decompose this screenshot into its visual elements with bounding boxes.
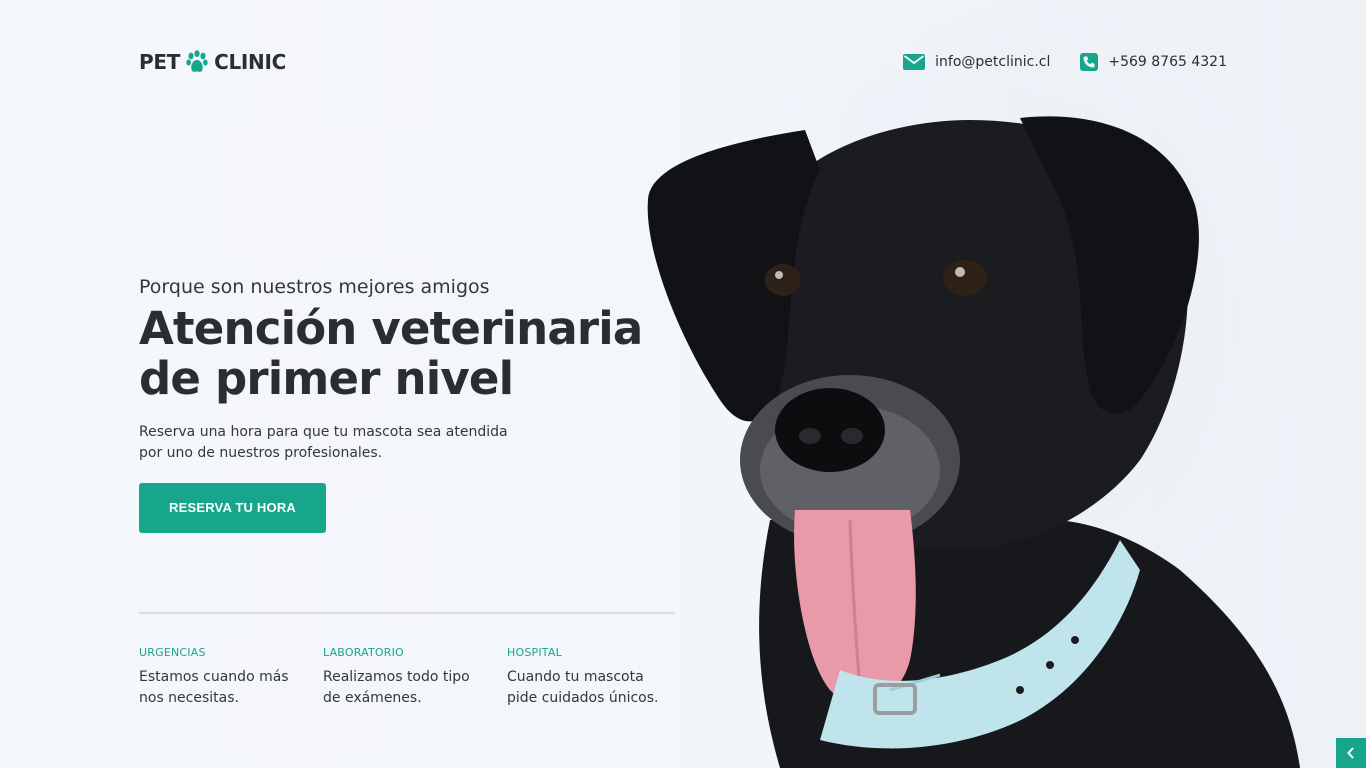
feature-emergencies: URGENCIAS Estamos cuando más nos necesit… (139, 646, 323, 709)
feature-laboratory: LABORATORIO Realizamos todo tipo de exám… (323, 646, 507, 709)
hero-section: Porque son nuestros mejores amigos Atenc… (139, 276, 679, 533)
feature-title: URGENCIAS (139, 646, 206, 659)
feature-description: Estamos cuando más nos necesitas. (139, 669, 289, 706)
phone-text: +569 8765 4321 (1108, 54, 1227, 70)
envelope-icon (903, 54, 926, 70)
hero-title-line1: Atención veterinaria (139, 302, 643, 355)
hero-lead-line2: por uno de nuestros profesionales. (139, 445, 383, 461)
features-list: URGENCIAS Estamos cuando más nos necesit… (139, 646, 691, 709)
phone-link[interactable]: +569 8765 4321 (1080, 53, 1227, 71)
logo-text-right: CLINIC (214, 50, 286, 74)
logo[interactable]: PET CLINIC (139, 50, 286, 74)
side-panel-toggle-button[interactable] (1336, 738, 1366, 768)
paw-icon (186, 50, 208, 74)
feature-description: Realizamos todo tipo de exámenes. (323, 669, 470, 706)
email-link[interactable]: info@petclinic.cl (903, 54, 1050, 70)
divider (139, 612, 675, 614)
feature-title: LABORATORIO (323, 646, 404, 659)
logo-text-left: PET (139, 50, 181, 74)
book-appointment-button[interactable]: RESERVA TU HORA (139, 483, 326, 533)
email-text: info@petclinic.cl (935, 54, 1051, 70)
contact-info: info@petclinic.cl +569 8765 4321 (903, 53, 1227, 71)
phone-icon (1080, 53, 1099, 71)
hero-title: Atención veterinaria de primer nivel (139, 304, 679, 404)
hero-lead: Reserva una hora para que tu mascota sea… (139, 422, 529, 464)
hero-lead-line1: Reserva una hora para que tu mascota sea… (139, 424, 508, 440)
dog-photo (647, 116, 1300, 768)
site-header: PET CLINIC info@petclinic.cl +569 8765 4… (139, 44, 1227, 80)
hero-kicker: Porque son nuestros mejores amigos (139, 276, 490, 298)
hero-title-line2: de primer nivel (139, 352, 514, 405)
chevron-left-icon (1346, 744, 1356, 763)
